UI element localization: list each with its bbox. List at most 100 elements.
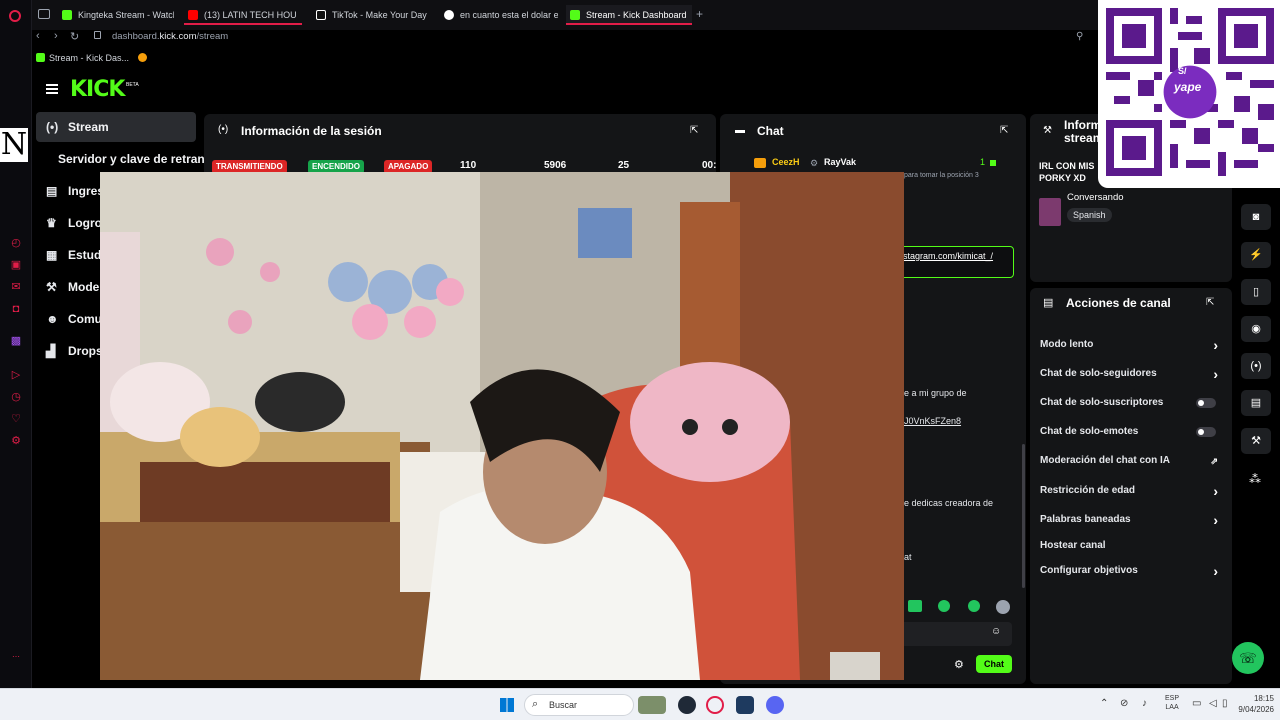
rail-camera-icon[interactable]: ◙ bbox=[1241, 204, 1271, 230]
tab-kingteka[interactable]: Kingteka Stream - Watch L bbox=[58, 5, 174, 25]
bookmark-extension-icon[interactable] bbox=[138, 53, 147, 62]
instagram-icon[interactable]: ◘ bbox=[9, 302, 23, 316]
instagram-link[interactable]: stagram.com/kimicat_/ bbox=[903, 251, 993, 261]
taskbar-search[interactable]: ⌕ Buscar bbox=[524, 694, 634, 716]
emote-icon[interactable] bbox=[968, 600, 980, 612]
pin-icon[interactable]: ⚲ bbox=[1076, 31, 1083, 42]
kick-logo[interactable]: KICK bbox=[70, 77, 125, 102]
steam-taskbar-icon[interactable] bbox=[736, 696, 754, 714]
people-icon: ☻ bbox=[46, 312, 59, 326]
webcam-overlay bbox=[100, 172, 904, 680]
trophy-icon: ♛ bbox=[46, 216, 57, 230]
emote-icon[interactable] bbox=[908, 600, 922, 612]
chat-message-group: e a mi grupo de bbox=[904, 388, 967, 398]
stat-uptime: 00: bbox=[702, 160, 717, 171]
action-configurar-objetivos[interactable]: Configurar objetivos › bbox=[1040, 560, 1222, 582]
heart-icon[interactable]: ♡ bbox=[9, 412, 23, 426]
kick-header: KICK BETA bbox=[32, 74, 1280, 110]
google-favicon-icon bbox=[444, 10, 454, 20]
tray-battery-icon[interactable]: ▯ bbox=[1222, 698, 1228, 709]
kick-favicon-icon bbox=[570, 10, 580, 20]
tray-chevron-up-icon[interactable]: ⌃ bbox=[1100, 698, 1108, 709]
rail-wrench-icon[interactable]: ⚒ bbox=[1241, 428, 1271, 454]
bookmark-kick-dashboard[interactable]: Stream - Kick Das... bbox=[49, 53, 129, 63]
discord-taskbar-icon[interactable] bbox=[766, 696, 784, 714]
qr-overlay: S/ yape bbox=[1098, 0, 1280, 188]
emote-icon[interactable] bbox=[938, 600, 950, 612]
rail-document-icon[interactable]: ▯ bbox=[1241, 279, 1271, 305]
action-moderacion-ia[interactable]: Moderación del chat con IA ⇗ bbox=[1040, 450, 1222, 472]
rail-chat-icon[interactable]: ◉ bbox=[1241, 316, 1271, 342]
toggle-suscriptores[interactable] bbox=[1196, 398, 1216, 408]
help-chat-button[interactable]: ☏ bbox=[1232, 642, 1264, 674]
back-icon[interactable]: ‹ bbox=[36, 30, 40, 42]
new-tab-icon[interactable]: + bbox=[696, 8, 703, 20]
messenger-icon[interactable]: ✉ bbox=[9, 280, 23, 294]
rail-broadcast-icon[interactable]: (•) bbox=[1241, 353, 1271, 379]
crown-icon bbox=[754, 158, 766, 168]
tray-mic-icon[interactable]: ♪ bbox=[1142, 698, 1147, 709]
chat-title: Chat bbox=[757, 124, 784, 138]
taskbar-app-icon[interactable] bbox=[678, 696, 696, 714]
tab-tiktok[interactable]: TikTok - Make Your Day bbox=[312, 5, 432, 25]
opera-logo-icon[interactable] bbox=[9, 10, 21, 22]
action-modo-lento[interactable]: Modo lento › bbox=[1040, 334, 1222, 356]
send-chat-button[interactable]: Chat bbox=[976, 655, 1012, 673]
emoji-icon[interactable]: ☺ bbox=[991, 626, 1001, 637]
lock-icon bbox=[94, 31, 101, 39]
forward-icon[interactable]: › bbox=[54, 30, 58, 42]
chat-message-code[interactable]: J0VnKsFZen8 bbox=[904, 416, 961, 426]
language-tag: Spanish bbox=[1067, 208, 1112, 222]
tray-clock[interactable]: 18:15 9/04/2026 bbox=[1236, 693, 1274, 715]
chat-message-at: at bbox=[904, 552, 912, 562]
pinned-user-first[interactable]: CeezH bbox=[772, 157, 800, 167]
actions-popout-icon[interactable]: ⇱ bbox=[1206, 297, 1214, 308]
sidebar-item-servidor[interactable]: Servidor y clave de retransmisión bbox=[36, 144, 204, 174]
rail-bolt-icon[interactable]: ⚡ bbox=[1241, 242, 1271, 268]
tray-language[interactable]: ESP LAA bbox=[1165, 694, 1179, 712]
clock-icon[interactable]: ◷ bbox=[9, 390, 23, 404]
sidebar-item-stream[interactable]: (•) Stream bbox=[36, 112, 196, 142]
settings-icon[interactable]: ⚙ bbox=[9, 434, 23, 448]
chat-popout-icon[interactable]: ⇱ bbox=[1000, 125, 1008, 136]
tab-kick-dashboard[interactable]: Stream - Kick Dashboard bbox=[566, 5, 692, 25]
hamburger-menu-icon[interactable] bbox=[46, 84, 58, 86]
popout-icon[interactable]: ⇱ bbox=[690, 125, 698, 136]
url-field[interactable]: dashboard.kick.com/stream bbox=[112, 31, 228, 42]
action-solo-seguidores[interactable]: Chat de solo-seguidores › bbox=[1040, 363, 1222, 385]
windows-start-icon[interactable] bbox=[500, 698, 514, 712]
rail-nodes-icon[interactable]: ⁂ bbox=[1249, 472, 1261, 486]
tray-network-icon[interactable]: ⊘ bbox=[1120, 698, 1128, 709]
chat-settings-icon[interactable]: ⚙ bbox=[954, 658, 964, 671]
rail-layout-icon[interactable]: ▤ bbox=[1241, 390, 1271, 416]
category-name[interactable]: Conversando bbox=[1067, 192, 1124, 203]
taskbar-widget-icon[interactable] bbox=[638, 696, 666, 714]
opera-taskbar-icon[interactable] bbox=[706, 696, 724, 714]
pinned-user-second[interactable]: RayVak bbox=[824, 157, 856, 167]
tab-menu-icon[interactable] bbox=[38, 9, 50, 19]
action-hostear-canal[interactable]: Hostear canal bbox=[1040, 535, 1222, 557]
action-restriccion-edad[interactable]: Restricción de edad › bbox=[1040, 480, 1222, 502]
bag-icon[interactable]: ▣ bbox=[9, 258, 23, 272]
external-link-icon: ⇗ bbox=[1210, 456, 1218, 466]
chat-scrollbar[interactable] bbox=[1022, 444, 1025, 588]
tray-display-icon[interactable]: ▭ bbox=[1192, 698, 1201, 709]
emote-icon[interactable] bbox=[996, 600, 1010, 614]
channel-actions-panel: ▤ Acciones de canal ⇱ Modo lento › Chat d… bbox=[1030, 288, 1232, 684]
link-message: stagram.com/kimicat_/ bbox=[898, 246, 1014, 278]
stat-viewers: 110 bbox=[460, 160, 477, 171]
player-icon[interactable]: ▷ bbox=[9, 368, 23, 382]
tab-latin-tech[interactable]: (13) LATIN TECH HOU bbox=[184, 5, 302, 25]
broadcast-icon: (•) bbox=[218, 124, 229, 135]
action-palabras-baneadas[interactable]: Palabras baneadas › bbox=[1040, 509, 1222, 531]
youtube-favicon-icon bbox=[188, 10, 198, 20]
tab-dolar[interactable]: en cuanto esta el dolar en bbox=[440, 5, 558, 25]
history-icon[interactable]: ◴ bbox=[9, 236, 23, 250]
twitch-icon[interactable]: ▩ bbox=[9, 334, 23, 348]
reload-icon[interactable]: ↻ bbox=[70, 30, 79, 43]
more-icon[interactable]: ⋯ bbox=[9, 650, 23, 664]
badge-icon: ⚙ bbox=[810, 158, 819, 168]
tray-volume-icon[interactable]: ◁ bbox=[1209, 698, 1217, 709]
toggle-emotes[interactable] bbox=[1196, 427, 1216, 437]
address-bar: ‹ › ↻ dashboard.kick.com/stream ⚲ bbox=[32, 28, 1098, 46]
